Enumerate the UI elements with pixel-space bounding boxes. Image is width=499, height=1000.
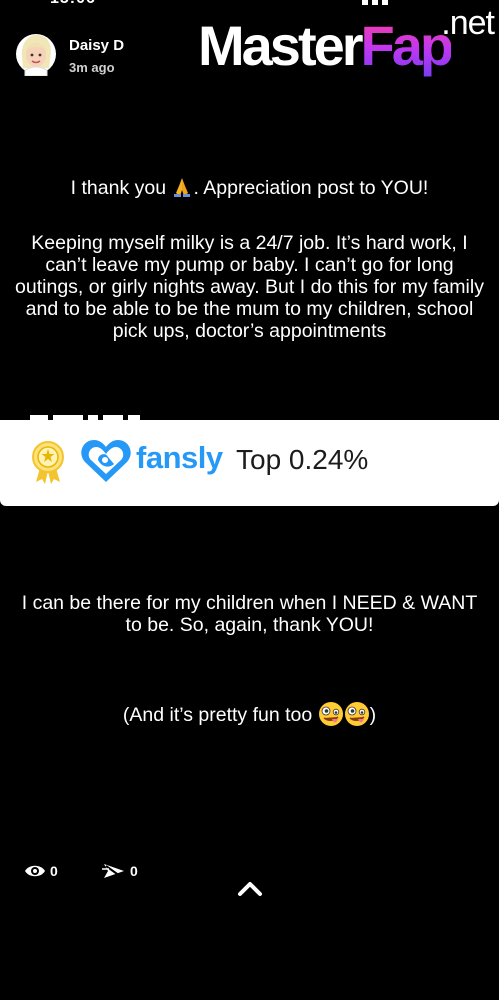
caption-thank-you: I thank you . Appreciation post to YOU! [12, 176, 487, 199]
avatar[interactable] [16, 32, 56, 76]
caption-4-end: ) [369, 704, 377, 726]
views-count: 0 [50, 863, 58, 879]
share-arrow-icon [102, 864, 124, 878]
status-time: 15:06 [50, 0, 96, 8]
status-bar: 15:06 [0, 0, 499, 8]
fansly-rank-banner[interactable]: fansly Top 0.24% [0, 420, 499, 506]
watermark-brand-main: Master [198, 14, 364, 77]
caption-fun: (And it’s pretty fun too ) [12, 701, 487, 727]
caption-milky-job: Keeping myself milky is a 24/7 job. It’s… [15, 232, 484, 342]
rank-label: Top 0.24% [236, 444, 369, 475]
post-timestamp: 3m ago [69, 60, 115, 75]
zany-face-icon [318, 702, 343, 726]
medal-icon [32, 441, 64, 484]
caption-1-text: I thank you [70, 177, 167, 199]
caption-children: I can be there for my children when I NE… [21, 592, 478, 636]
username[interactable]: Daisy D [69, 37, 124, 54]
folded-hands-icon [174, 178, 191, 197]
watermark-brand: MasterFap [198, 18, 454, 74]
story-header[interactable]: Daisy D 3m ago [16, 30, 186, 80]
fansly-wordmark: fansly [136, 440, 223, 475]
chevron-up-icon[interactable] [236, 878, 264, 898]
watermark: .net MasterFap [198, 4, 498, 88]
shares-count: 0 [130, 863, 138, 879]
views-stat[interactable]: 0 [24, 860, 58, 882]
zany-face-icon [344, 702, 369, 726]
caption-4-text: (And it’s pretty fun too [122, 704, 313, 726]
shares-stat[interactable]: 0 [102, 860, 138, 882]
watermark-brand-accent: Fap [360, 14, 455, 77]
caption-1-rest: . Appreciation post to YOU! [193, 177, 429, 199]
fansly-logo-icon [81, 440, 131, 482]
eye-icon [25, 865, 45, 877]
